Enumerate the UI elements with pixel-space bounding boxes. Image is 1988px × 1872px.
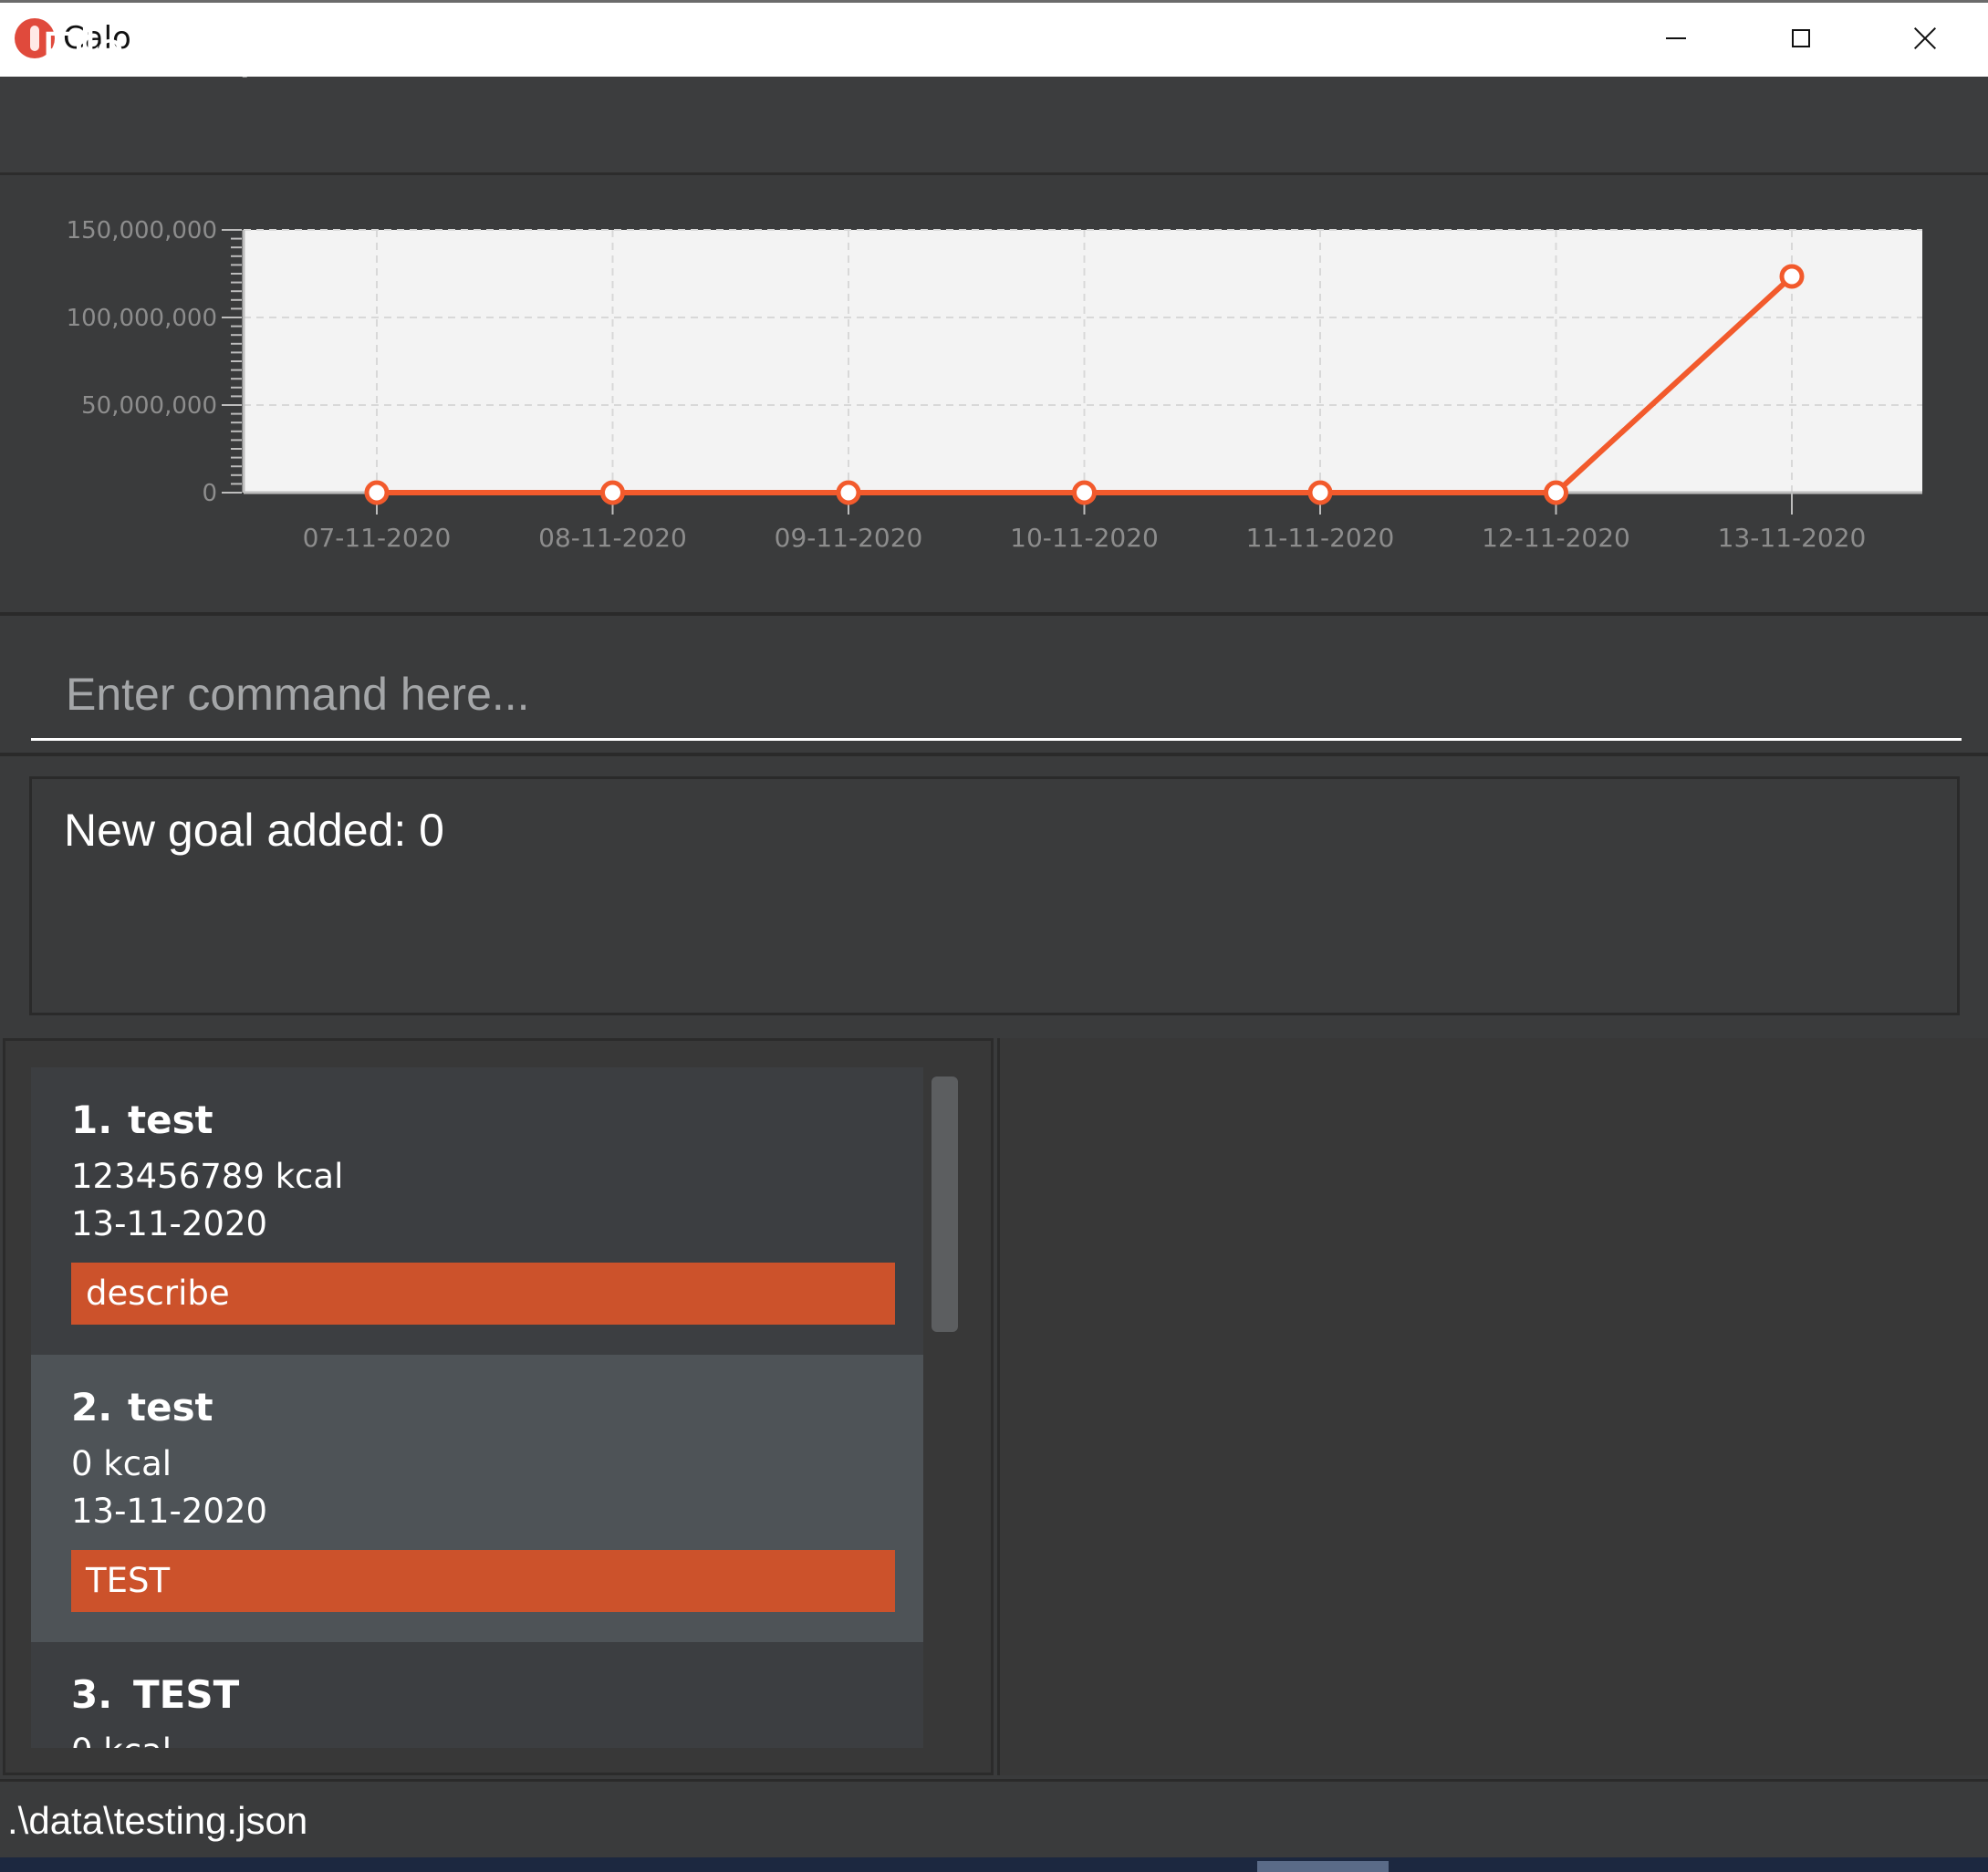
entry-calories: 0 kcal xyxy=(71,1444,172,1483)
data-point xyxy=(600,480,625,505)
entry-date: 13-11-2020 xyxy=(71,1204,268,1243)
entry-calories: 0 kcal xyxy=(71,1729,172,1748)
x-tick-label: 09-11-2020 xyxy=(775,523,923,553)
entry-index: 2. xyxy=(71,1385,113,1430)
data-point xyxy=(1544,480,1568,505)
x-tick-label: 11-11-2020 xyxy=(1246,523,1395,553)
result-message: New goal added: 0 xyxy=(64,805,444,856)
close-button[interactable] xyxy=(1879,9,1971,68)
menu-bar xyxy=(0,77,1988,175)
entry-name: test xyxy=(128,1385,213,1430)
taskbar-strip xyxy=(0,1857,1988,1872)
entry-index: 1. xyxy=(71,1097,113,1142)
maximize-button[interactable] xyxy=(1755,9,1847,68)
y-axis-ticks: 0 50,000,000 100,000,000 150,000,000 xyxy=(67,217,242,507)
entry-index: 3. xyxy=(71,1672,113,1717)
entry-name: TEST xyxy=(133,1672,240,1717)
data-point xyxy=(1779,264,1805,289)
list-item[interactable]: 3. TEST 0 kcal xyxy=(31,1642,923,1748)
y-tick-label: 100,000,000 xyxy=(67,305,217,332)
calo-window: Calo File Help 0 50,000,000 100,000,000 150… xyxy=(0,0,1988,1872)
x-tick-label: 10-11-2020 xyxy=(1010,523,1159,553)
entry-calories: 123456789 kcal xyxy=(71,1157,344,1196)
entry-date: 13-11-2020 xyxy=(71,1492,268,1531)
food-list[interactable]: 1. test 123456789 kcal 13-11-2020 descri… xyxy=(31,1067,923,1748)
y-tick-label: 0 xyxy=(202,480,217,507)
data-point xyxy=(836,480,861,505)
y-tick-label: 50,000,000 xyxy=(81,392,217,420)
minimize-icon xyxy=(1666,37,1686,39)
menu-file[interactable]: File xyxy=(42,22,124,77)
menu-help[interactable]: Help xyxy=(162,22,267,77)
entry-name: test xyxy=(128,1097,213,1142)
data-point xyxy=(1072,480,1097,505)
list-item[interactable]: 2. test 0 kcal 13-11-2020 TEST xyxy=(31,1355,923,1642)
calorie-line-chart: 0 50,000,000 100,000,000 150,000,000 07-11-… xyxy=(67,217,1922,553)
close-icon xyxy=(1914,27,1936,49)
taskbar-item[interactable] xyxy=(1257,1861,1389,1872)
command-input[interactable] xyxy=(31,650,1962,741)
y-tick-label: 150,000,000 xyxy=(67,217,217,244)
data-point xyxy=(1307,480,1333,505)
list-scrollbar[interactable] xyxy=(932,1076,958,1332)
list-item[interactable]: 1. test 123456789 kcal 13-11-2020 descri… xyxy=(31,1067,923,1355)
x-tick-label: 13-11-2020 xyxy=(1718,523,1867,553)
detail-panel xyxy=(997,1038,1988,1775)
save-file-path: .\data\testing.json xyxy=(7,1799,308,1842)
x-tick-label: 08-11-2020 xyxy=(538,523,687,553)
data-point xyxy=(364,480,390,505)
x-tick-label: 07-11-2020 xyxy=(303,523,452,553)
plot-area xyxy=(244,230,1922,493)
x-tick-label: 12-11-2020 xyxy=(1482,523,1630,553)
entry-tag: TEST xyxy=(71,1550,895,1612)
minimize-button[interactable] xyxy=(1630,9,1722,68)
entry-tag: describe xyxy=(71,1263,895,1325)
maximize-icon xyxy=(1792,29,1810,47)
